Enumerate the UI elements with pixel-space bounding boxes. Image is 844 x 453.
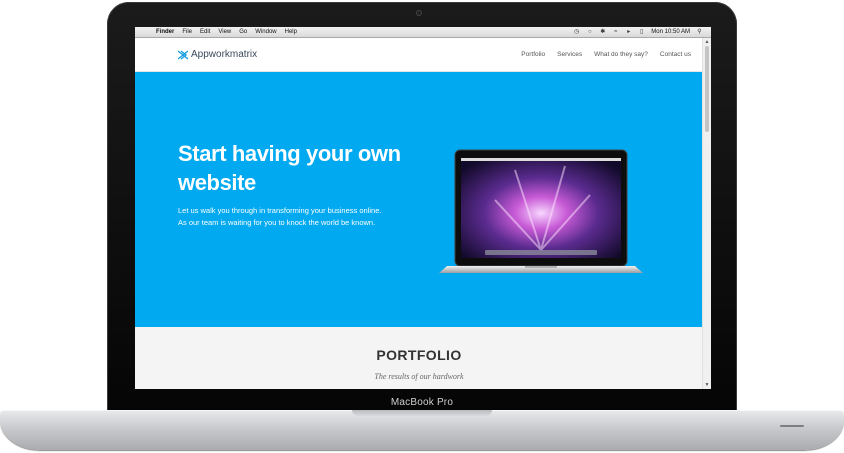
nav-contact[interactable]: Contact us (660, 51, 691, 58)
menubar-clock[interactable]: Mon 10:50 AM (651, 27, 690, 37)
scroll-down-icon[interactable]: ▼ (703, 382, 711, 388)
volume-icon[interactable]: ▸ (625, 29, 632, 35)
mac-menubar: Finder File Edit View Go Window Help ◷ ○… (135, 27, 711, 38)
device-label: MacBook Pro (390, 397, 454, 408)
portfolio-title: PORTFOLIO (376, 347, 462, 363)
nav-testimonials[interactable]: What do they say? (594, 51, 648, 58)
portfolio-section: PORTFOLIO The results of our hardwork (135, 327, 703, 389)
nav-services[interactable]: Services (557, 51, 582, 58)
menu-window[interactable]: Window (255, 27, 276, 37)
bluetooth-icon[interactable]: ✱ (599, 29, 606, 35)
hero-title-line-1: Start having your own (178, 141, 401, 166)
portfolio-subtitle: The results of our hardwork (374, 372, 464, 381)
hero-subtitle: Let us walk you through in transforming … (178, 205, 438, 229)
scroll-up-icon[interactable]: ▲ (703, 39, 711, 45)
screen: Finder File Edit View Go Window Help ◷ ○… (135, 27, 711, 389)
base-notch (352, 410, 492, 416)
hero-laptop-image (425, 140, 657, 280)
menu-help[interactable]: Help (285, 27, 297, 37)
menu-finder[interactable]: Finder (156, 27, 174, 37)
vertical-scrollbar[interactable]: ▲ ▼ (702, 38, 711, 389)
hero-title: Start having your own website (178, 139, 438, 197)
menu-edit[interactable]: Edit (200, 27, 210, 37)
menu-view[interactable]: View (218, 27, 231, 37)
battery-icon[interactable]: ▯ (638, 29, 645, 35)
laptop-base (0, 410, 844, 450)
browser-viewport: Appworkmatrix Portfolio Services What do… (135, 38, 711, 389)
menu-list: Finder File Edit View Go Window Help (156, 27, 297, 37)
hero-subtitle-line-1: Let us walk you through in transforming … (178, 206, 382, 215)
base-port (780, 425, 804, 427)
wifi-icon[interactable]: ≈ (612, 29, 619, 35)
menu-go[interactable]: Go (239, 27, 247, 37)
hero-subtitle-line-2: As our team is waiting for you to knock … (178, 218, 376, 227)
hero-section: Start having your own website Let us wal… (135, 72, 703, 327)
camera (416, 10, 422, 16)
logo-text: Appworkmatrix (191, 49, 258, 60)
logo-mark-icon (178, 49, 188, 60)
time-machine-icon[interactable]: ◷ (573, 29, 580, 35)
status-area: ◷ ○ ✱ ≈ ▸ ▯ Mon 10:50 AM ⚲ (573, 27, 703, 37)
chat-icon[interactable]: ○ (586, 29, 593, 35)
scroll-thumb[interactable] (705, 46, 709, 132)
menu-file[interactable]: File (182, 27, 192, 37)
spotlight-icon[interactable]: ⚲ (696, 29, 703, 35)
site-nav: Portfolio Services What do they say? Con… (521, 51, 691, 58)
hero-title-line-2: website (178, 170, 256, 195)
site-header: Appworkmatrix Portfolio Services What do… (135, 38, 703, 72)
site-logo[interactable]: Appworkmatrix (178, 49, 257, 60)
nav-portfolio[interactable]: Portfolio (521, 51, 545, 58)
